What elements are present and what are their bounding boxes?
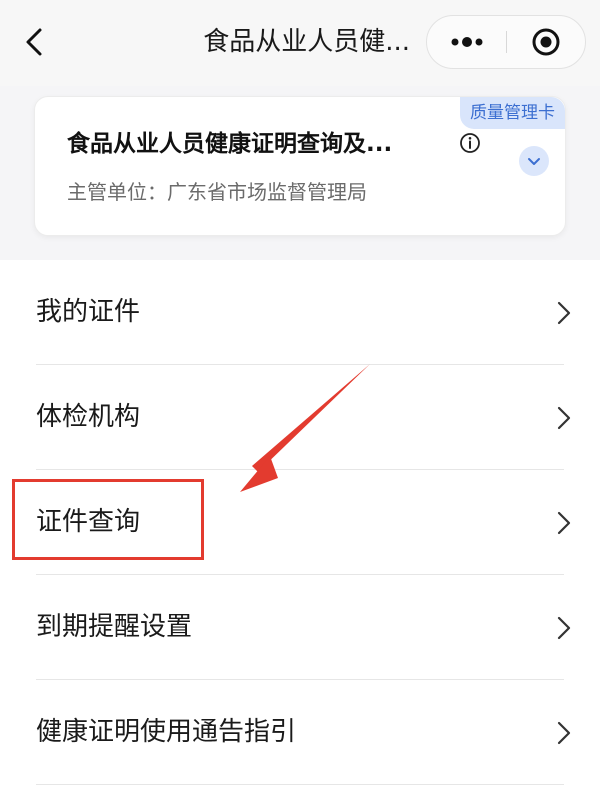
chevron-left-icon [26, 28, 42, 56]
target-close-icon [532, 28, 560, 56]
service-info-card[interactable]: 质量管理卡 食品从业人员健康证明查询及... 主管单位：广东省市场监督管理局 [34, 96, 566, 236]
mini-program-capsule [426, 15, 586, 69]
menu-item-label: 到期提醒设置 [36, 612, 193, 642]
chevron-right-icon [557, 721, 571, 745]
supervising-unit: 主管单位：广东省市场监督管理局 [67, 180, 367, 204]
more-dots-icon [451, 37, 483, 47]
list-divider [36, 784, 564, 785]
info-icon[interactable] [459, 132, 481, 154]
chevron-right-icon [557, 616, 571, 640]
close-button[interactable] [507, 16, 585, 68]
chevron-right-icon [557, 511, 571, 535]
menu-item-label: 我的证件 [36, 297, 141, 327]
menu-item-expiry-reminder[interactable]: 到期提醒设置 [0, 575, 600, 680]
menu-item-usage-guide[interactable]: 健康证明使用通告指引 [0, 680, 600, 785]
service-title: 食品从业人员健康证明查询及... [67, 131, 393, 157]
chevron-down-icon [528, 157, 540, 165]
menu-item-label: 证件查询 [36, 507, 141, 537]
quality-tag-badge: 质量管理卡 [460, 97, 565, 129]
menu-item-certificate-query[interactable]: 证件查询 [0, 470, 600, 575]
menu-item-my-certificates[interactable]: 我的证件 [0, 260, 600, 365]
back-button[interactable] [16, 22, 52, 62]
menu-list: 我的证件 体检机构 证件查询 到期提醒设置 健康证明使用通告指引 [0, 260, 600, 785]
menu-item-label: 体检机构 [36, 402, 141, 432]
more-button[interactable] [427, 16, 507, 68]
expand-button[interactable] [519, 146, 549, 176]
chevron-right-icon [557, 406, 571, 430]
menu-item-exam-institutions[interactable]: 体检机构 [0, 365, 600, 470]
menu-item-label: 健康证明使用通告指引 [36, 717, 297, 747]
top-nav-bar: 食品从业人员健... [0, 0, 600, 86]
chevron-right-icon [557, 301, 571, 325]
page-title: 食品从业人员健... [203, 27, 410, 57]
